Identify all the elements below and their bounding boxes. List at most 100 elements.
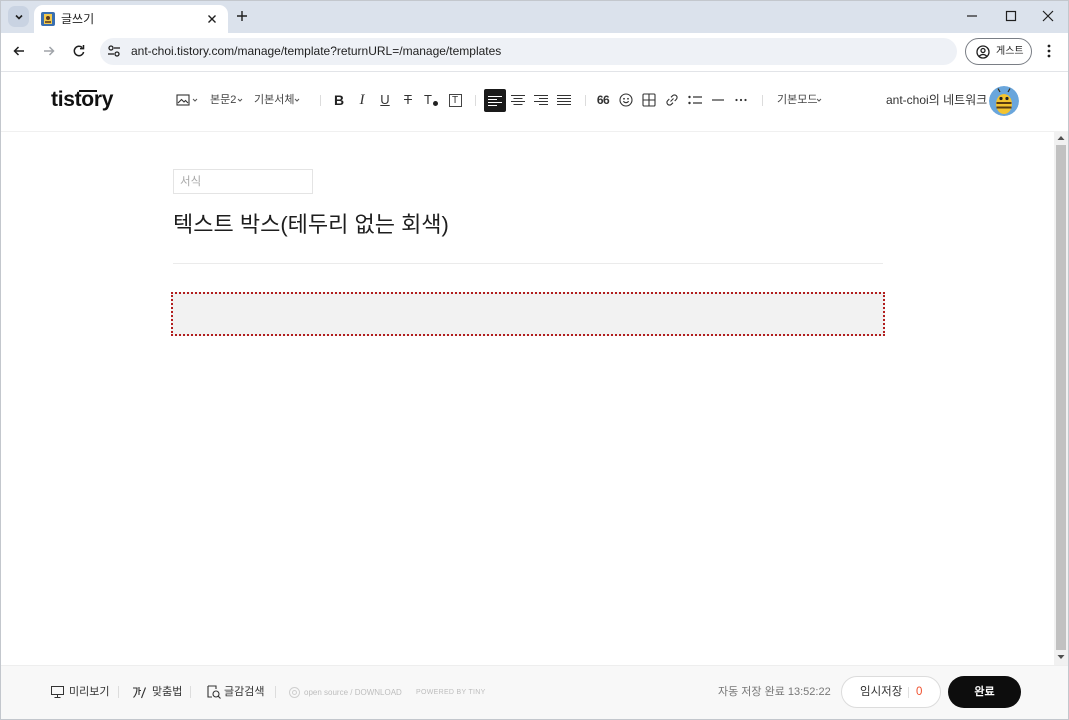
spellcheck-icon[interactable] xyxy=(132,685,147,699)
powered-by-label: POWERED BY TINY xyxy=(416,689,486,696)
link-button[interactable] xyxy=(663,90,681,110)
horizontal-rule-button[interactable] xyxy=(709,90,727,110)
new-tab-button[interactable] xyxy=(234,8,250,24)
chevron-down-icon[interactable] xyxy=(237,97,243,103)
align-left-icon xyxy=(488,95,502,106)
text-box-gray-borderless[interactable] xyxy=(171,292,885,336)
emoji-icon xyxy=(619,93,633,107)
toolbar-divider xyxy=(762,95,763,106)
align-right-button[interactable] xyxy=(532,90,550,110)
back-icon xyxy=(13,46,24,56)
window-close-icon xyxy=(1042,10,1054,22)
url-text: ant-choi.tistory.com/manage/template?ret… xyxy=(131,44,502,58)
new-tab-icon xyxy=(237,11,247,21)
minimize-icon xyxy=(967,15,977,17)
temp-save-label: 임시저장 xyxy=(860,686,903,698)
underline-button[interactable]: U xyxy=(376,90,394,110)
profile-button[interactable]: 게스트 xyxy=(965,38,1032,65)
tab-title: 글쓰기 xyxy=(61,12,95,26)
link-icon xyxy=(666,94,678,106)
footer-divider xyxy=(190,686,191,698)
open-source-link[interactable]: open source / DOWNLOAD xyxy=(304,688,402,698)
chevron-down-icon[interactable] xyxy=(192,97,198,103)
emoji-button[interactable] xyxy=(617,90,635,110)
more-icon xyxy=(735,98,747,102)
paragraph-style-select[interactable]: 본문2 xyxy=(210,94,236,107)
table-button[interactable] xyxy=(640,90,658,110)
reload-icon xyxy=(73,45,85,57)
forward-button[interactable] xyxy=(41,43,57,59)
align-center-button[interactable] xyxy=(509,90,527,110)
scroll-up-icon[interactable] xyxy=(1057,135,1065,141)
chevron-down-icon[interactable] xyxy=(816,97,822,103)
toolbar-divider xyxy=(475,95,476,106)
profile-icon xyxy=(976,44,990,59)
post-title[interactable]: 텍스트 박스(테두리 없는 회색) xyxy=(173,210,449,240)
align-justify-icon xyxy=(557,94,571,106)
window-close-button[interactable] xyxy=(1040,8,1056,24)
scroll-down-icon[interactable] xyxy=(1057,654,1065,660)
search-document-icon[interactable] xyxy=(207,685,221,699)
underline-glyph: U xyxy=(380,92,390,107)
toolbar-divider xyxy=(320,95,321,106)
tab-search-button[interactable] xyxy=(8,6,29,27)
color-dot-icon xyxy=(432,100,438,106)
background-color-button[interactable]: T xyxy=(446,90,464,110)
strikethrough-button[interactable]: T xyxy=(399,90,417,110)
tab-active[interactable]: 글쓰기 xyxy=(34,5,228,33)
toolbar-divider xyxy=(585,95,586,106)
footer-divider xyxy=(275,686,276,698)
minimize-button[interactable] xyxy=(964,8,980,24)
site-info-icon xyxy=(108,45,120,57)
horizontal-rule-icon xyxy=(712,99,724,101)
title-divider xyxy=(173,263,883,264)
tab-search-icon xyxy=(14,14,23,20)
text-color-glyph: T xyxy=(424,92,432,107)
favicon-icon xyxy=(41,12,55,26)
maximize-button[interactable] xyxy=(1003,8,1019,24)
temp-save-divider xyxy=(908,687,909,698)
temp-save-count[interactable]: 0 xyxy=(916,685,922,699)
reload-button[interactable] xyxy=(71,43,87,59)
table-icon xyxy=(642,93,656,107)
monitor-icon[interactable] xyxy=(51,686,64,698)
align-center-icon xyxy=(511,94,525,106)
back-button[interactable] xyxy=(11,43,27,59)
align-left-button[interactable] xyxy=(484,89,506,112)
tab-close-button[interactable] xyxy=(204,11,220,27)
tab-close-icon xyxy=(208,15,216,23)
publish-button[interactable]: 완료 xyxy=(948,676,1021,708)
autosave-status: 자동 저장 완료 13:52:22 xyxy=(718,686,831,698)
align-justify-button[interactable] xyxy=(555,90,573,110)
preview-button[interactable]: 미리보기 xyxy=(69,686,109,699)
address-bar[interactable]: ant-choi.tistory.com/manage/template?ret… xyxy=(100,38,957,65)
avatar[interactable] xyxy=(989,86,1019,116)
quote-icon: 66 xyxy=(596,93,610,107)
editor-mode-select[interactable]: 기본모드 xyxy=(777,94,817,107)
site-info-button[interactable] xyxy=(107,44,121,58)
chevron-down-icon[interactable] xyxy=(294,97,300,103)
image-icon xyxy=(176,94,190,106)
italic-button[interactable]: I xyxy=(353,90,371,110)
maximize-icon xyxy=(1005,10,1017,22)
template-name-input[interactable] xyxy=(173,169,313,194)
bold-glyph: B xyxy=(333,92,345,108)
font-family-select[interactable]: 기본서체 xyxy=(254,94,294,107)
more-tools-button[interactable] xyxy=(732,90,750,110)
text-color-button[interactable]: T xyxy=(422,90,440,110)
browser-menu-button[interactable] xyxy=(1042,43,1056,59)
bullet-list-button[interactable] xyxy=(686,90,704,110)
bold-button[interactable]: B xyxy=(330,90,348,110)
profile-label: 게스트 xyxy=(996,46,1024,57)
align-right-icon xyxy=(534,94,548,106)
header-divider xyxy=(0,131,1054,132)
scrollbar-thumb[interactable] xyxy=(1056,145,1066,650)
strikethrough-glyph: T xyxy=(404,92,412,107)
quote-button[interactable]: 66 xyxy=(594,90,612,110)
insert-image-button[interactable] xyxy=(176,93,190,107)
spellcheck-button[interactable]: 맞춤법 xyxy=(152,686,182,699)
background-color-glyph: T xyxy=(448,93,462,107)
temp-save-button[interactable]: 임시저장 0 xyxy=(841,676,941,708)
blog-name[interactable]: ant-choi의 네트워크 xyxy=(886,94,987,107)
content-search-button[interactable]: 글감검색 xyxy=(224,686,264,699)
